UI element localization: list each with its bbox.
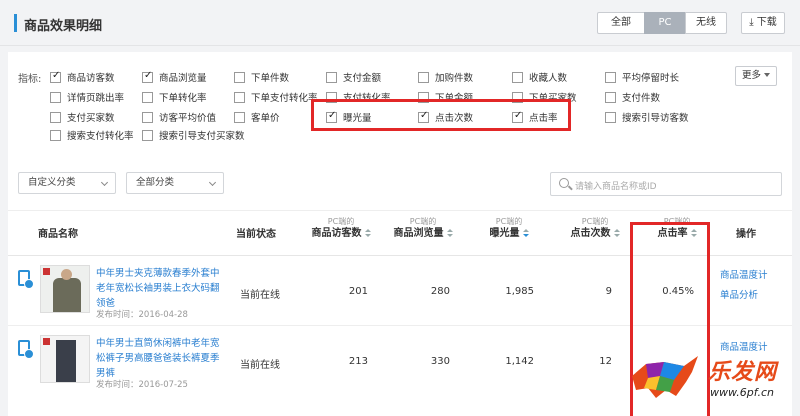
pc-device-icon xyxy=(18,340,34,359)
sort-icon xyxy=(446,228,453,238)
checkbox-icon xyxy=(605,111,616,123)
views-value: 330 xyxy=(430,356,450,367)
metric-checkbox[interactable]: 加购件数 xyxy=(418,70,473,84)
more-button[interactable]: 更多 xyxy=(735,66,777,86)
product-name-link[interactable]: 中年男士夹克薄款春季外套中老年宽松长袖男装上衣大码翻领爸 xyxy=(96,266,226,311)
bull-logo-icon xyxy=(632,356,698,398)
publish-date: 发布时间：2016-04-28 xyxy=(96,310,188,320)
col-product-name: 商品名称 xyxy=(38,229,78,240)
metric-checkbox[interactable]: 支付金额 xyxy=(326,70,381,84)
checkbox-icon xyxy=(50,70,61,83)
publish-date: 发布时间：2016-07-25 xyxy=(96,380,188,390)
metric-checkbox[interactable]: 客单价 xyxy=(234,110,280,124)
checkbox-icon xyxy=(418,71,429,83)
highlight-box-metrics xyxy=(311,99,571,131)
checkbox-icon xyxy=(142,70,153,83)
checkbox-icon xyxy=(50,129,61,141)
pc-device-icon xyxy=(18,270,34,289)
title-accent xyxy=(14,14,17,32)
checkbox-icon xyxy=(50,111,61,123)
search-input[interactable]: 请输入商品名称或ID xyxy=(550,172,782,196)
checkbox-icon xyxy=(605,91,616,103)
col-status: 当前状态 xyxy=(236,229,276,240)
search-icon xyxy=(559,178,569,188)
metric-checkbox[interactable]: 搜索引导访客数 xyxy=(605,110,689,124)
single-analysis-link[interactable]: 单品分析 xyxy=(720,286,758,306)
product-thumbnail[interactable] xyxy=(40,335,90,383)
product-name-link[interactable]: 中年男士直筒休闲裤中老年宽松裤子男高腰爸爸装长裤夏季男裤 xyxy=(96,336,226,381)
segment-all[interactable]: 全部 xyxy=(597,12,645,34)
checkbox-icon xyxy=(234,111,245,123)
col-exposure[interactable]: PC端的 曝光量 xyxy=(476,217,542,241)
checkbox-icon xyxy=(142,91,153,103)
metric-checkbox[interactable]: 商品访客数 xyxy=(50,70,115,84)
checkbox-icon xyxy=(605,71,616,83)
search-placeholder: 请输入商品名称或ID xyxy=(575,182,657,192)
checkbox-icon xyxy=(234,71,245,83)
metric-checkbox[interactable]: 平均停留时长 xyxy=(605,70,679,84)
col-views[interactable]: PC端的 商品浏览量 xyxy=(390,217,456,241)
page-title: 商品效果明细 xyxy=(24,19,103,34)
download-icon: ⤓ xyxy=(749,17,757,28)
segment-wireless[interactable]: 无线 xyxy=(685,12,727,34)
metric-checkbox[interactable]: 支付件数 xyxy=(605,90,660,104)
exposure-value: 1,985 xyxy=(505,286,534,297)
metric-checkbox[interactable]: 搜索引导支付买家数 xyxy=(142,128,245,142)
watermark-url: www.6pf.cn xyxy=(710,386,774,399)
segment-pc[interactable]: PC xyxy=(644,12,686,34)
temperature-link[interactable]: 商品温度计 xyxy=(720,266,768,286)
chevron-down-icon xyxy=(100,178,109,187)
metric-checkbox[interactable]: 支付买家数 xyxy=(50,110,115,124)
product-thumbnail[interactable] xyxy=(40,265,90,313)
metric-checkbox[interactable]: 商品浏览量 xyxy=(142,70,207,84)
sort-icon xyxy=(364,228,371,238)
chevron-down-icon xyxy=(208,178,217,187)
watermark: 乐发网 www.6pf.cn xyxy=(626,346,796,414)
checkbox-icon xyxy=(326,71,337,83)
sort-icon xyxy=(613,228,620,238)
header-bar: 商品效果明细 全部 PC 无线 ⤓ 下载 xyxy=(0,0,800,46)
visitors-value: 201 xyxy=(348,286,368,297)
metric-checkbox[interactable]: 下单支付转化率 xyxy=(234,90,318,104)
status-text: 当前在线 xyxy=(240,360,280,371)
status-text: 当前在线 xyxy=(240,290,280,301)
views-value: 280 xyxy=(430,286,450,297)
download-button[interactable]: ⤓ 下载 xyxy=(741,12,785,34)
clicks-value: 12 xyxy=(599,356,612,367)
metric-checkbox[interactable]: 收藏人数 xyxy=(512,70,567,84)
visitors-value: 213 xyxy=(348,356,368,367)
col-visitors[interactable]: PC端的 商品访客数 xyxy=(308,217,374,241)
col-clicks[interactable]: PC端的 点击次数 xyxy=(562,217,628,241)
custom-category-select[interactable]: 自定义分类 xyxy=(18,172,116,194)
all-category-select[interactable]: 全部分类 xyxy=(126,172,224,194)
checkbox-icon xyxy=(142,129,153,141)
download-label: 下载 xyxy=(756,17,777,28)
sort-icon xyxy=(522,228,529,238)
checkbox-icon xyxy=(234,91,245,103)
col-action: 操作 xyxy=(736,229,756,240)
metric-checkbox[interactable]: 访客平均价值 xyxy=(142,110,216,124)
indicator-label: 指标: xyxy=(18,74,42,85)
exposure-value: 1,142 xyxy=(505,356,534,367)
clicks-value: 9 xyxy=(605,286,612,297)
watermark-brand: 乐发网 xyxy=(708,360,778,385)
checkbox-icon xyxy=(512,71,523,83)
metric-checkbox[interactable]: 详情页跳出率 xyxy=(50,90,124,104)
metric-checkbox[interactable]: 下单件数 xyxy=(234,70,289,84)
metric-checkbox[interactable]: 搜索支付转化率 xyxy=(50,128,134,142)
checkbox-icon xyxy=(50,91,61,103)
metric-checkbox[interactable]: 下单转化率 xyxy=(142,90,207,104)
terminal-segment: 全部 PC 无线 xyxy=(597,12,727,34)
checkbox-icon xyxy=(142,111,153,123)
